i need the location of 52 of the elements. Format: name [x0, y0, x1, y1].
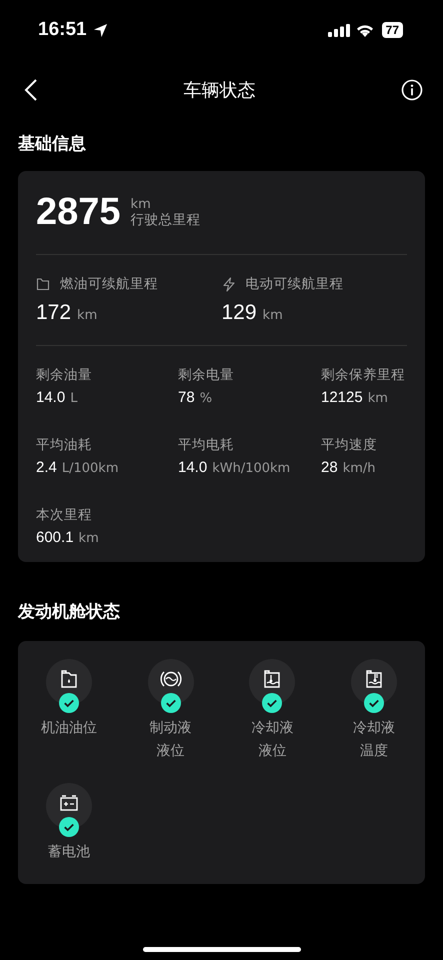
unit-label: L/100km — [62, 461, 118, 476]
unit-label: km/h — [342, 461, 376, 476]
unit-label: L — [70, 391, 78, 406]
stat-value: 28 — [321, 459, 338, 476]
stat-label: 平均电耗 — [178, 436, 235, 454]
unit-label: km — [130, 196, 152, 212]
wifi-icon — [356, 24, 374, 36]
total-mileage-label: 行驶总里程 — [130, 212, 201, 228]
info-icon[interactable] — [401, 79, 423, 101]
stat-label: 剩余油量 — [36, 366, 93, 384]
back-icon[interactable] — [24, 78, 38, 102]
stat-value: 2.4 — [36, 459, 57, 476]
stat-label: 平均油耗 — [36, 436, 93, 454]
unit-label: km — [78, 531, 99, 546]
stat-label: 本次里程 — [36, 506, 93, 524]
unit-label: km — [77, 308, 98, 323]
stat-label: 平均速度 — [321, 436, 378, 454]
stat-value: 78 — [178, 389, 195, 406]
component-label: 蓄电池 — [48, 843, 90, 862]
unit-label: % — [200, 391, 212, 406]
component-label: 冷却液 温度 — [353, 719, 396, 761]
component-label: 机油油位 — [40, 719, 97, 738]
stat-value: 14.0 — [178, 459, 208, 476]
section-title: 基础信息 — [18, 133, 87, 155]
location-arrow-icon — [92, 22, 108, 38]
status-time: 16:51 — [38, 19, 87, 41]
coolant-level-icon — [263, 669, 282, 689]
unit-label: km — [368, 391, 388, 406]
oil-can-icon — [60, 669, 78, 689]
lightning-icon — [222, 276, 236, 292]
battery-indicator: 77 — [382, 22, 403, 38]
signal-icon — [328, 24, 350, 36]
stat-value: 12125 — [321, 389, 363, 406]
stat-value: 600.1 — [36, 529, 74, 546]
section-title: 发动机舱状态 — [18, 601, 121, 623]
page-title: 车辆状态 — [184, 79, 256, 102]
stat-value: 14.0 — [36, 389, 66, 406]
brake-icon — [158, 669, 183, 689]
component-label: 冷却液 液位 — [251, 719, 294, 761]
range-label: 电动可续航里程 — [246, 275, 344, 293]
thermometer-icon — [365, 669, 384, 689]
unit-label: km — [262, 308, 283, 323]
range-label: 燃油可续航里程 — [60, 275, 158, 293]
car-battery-icon — [58, 794, 79, 812]
range-value: 129 — [222, 301, 257, 325]
stat-label: 剩余保养里程 — [321, 366, 406, 384]
total-mileage-value: 2875 — [36, 191, 121, 234]
unit-label: kWh/100km — [212, 461, 290, 476]
folder-icon — [36, 277, 50, 291]
component-label: 制动液 液位 — [150, 719, 192, 761]
range-value: 172 — [36, 301, 72, 325]
stat-label: 剩余电量 — [178, 366, 235, 384]
